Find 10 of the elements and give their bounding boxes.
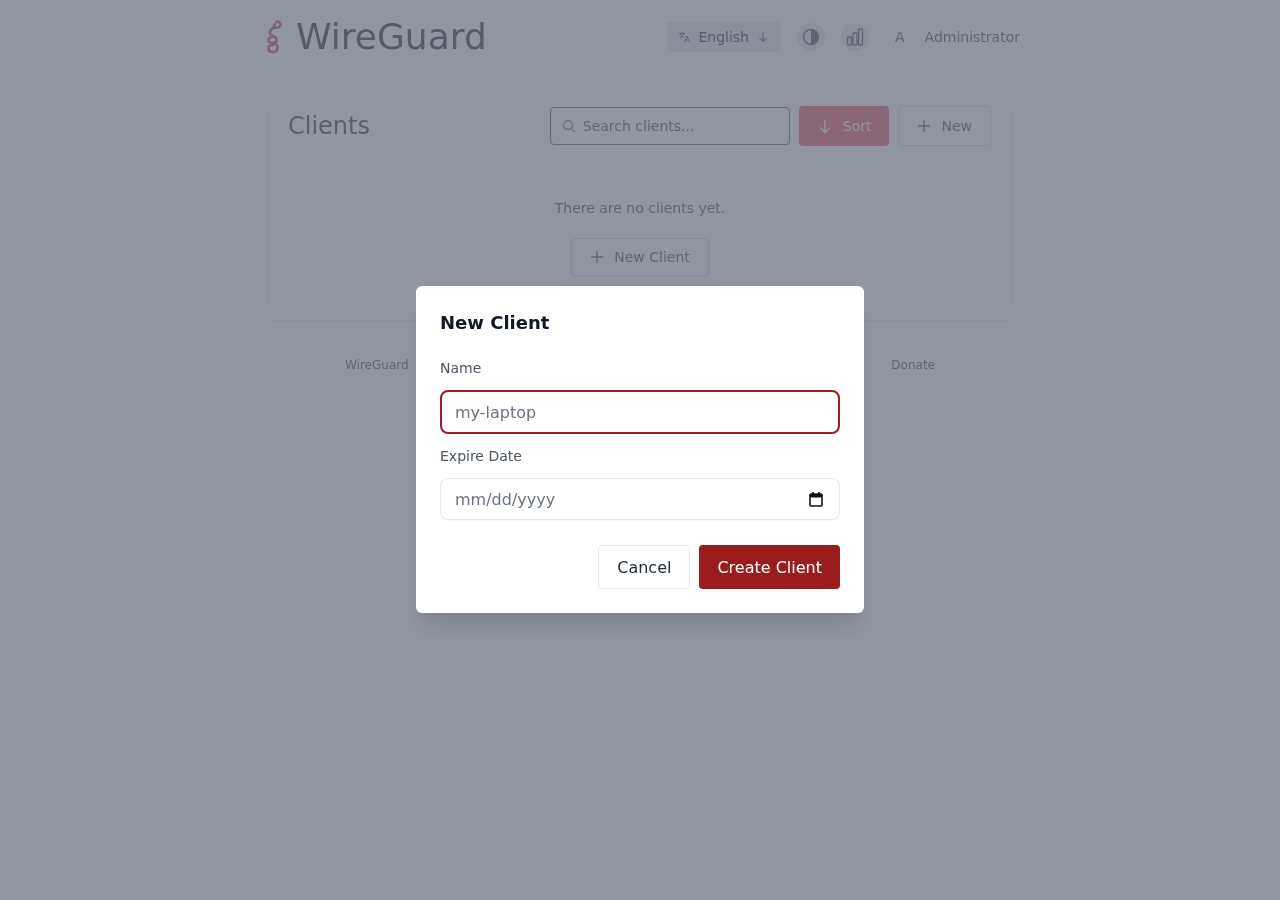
- card-title: Clients: [288, 112, 370, 140]
- dialog-title: New Client: [440, 311, 551, 335]
- name-input[interactable]: my-laptop: [440, 390, 840, 434]
- app-title: WireGuard: [296, 17, 487, 57]
- field-label: Name: [440, 359, 482, 378]
- cancel-button[interactable]: Cancel: [598, 545, 691, 589]
- date-input[interactable]: mm/dd/yyyy: [440, 478, 840, 520]
- create-client-button[interactable]: Create Client: [699, 545, 840, 589]
- field-label: Expire Date: [440, 447, 522, 466]
- calendar-icon[interactable]: [809, 491, 823, 507]
